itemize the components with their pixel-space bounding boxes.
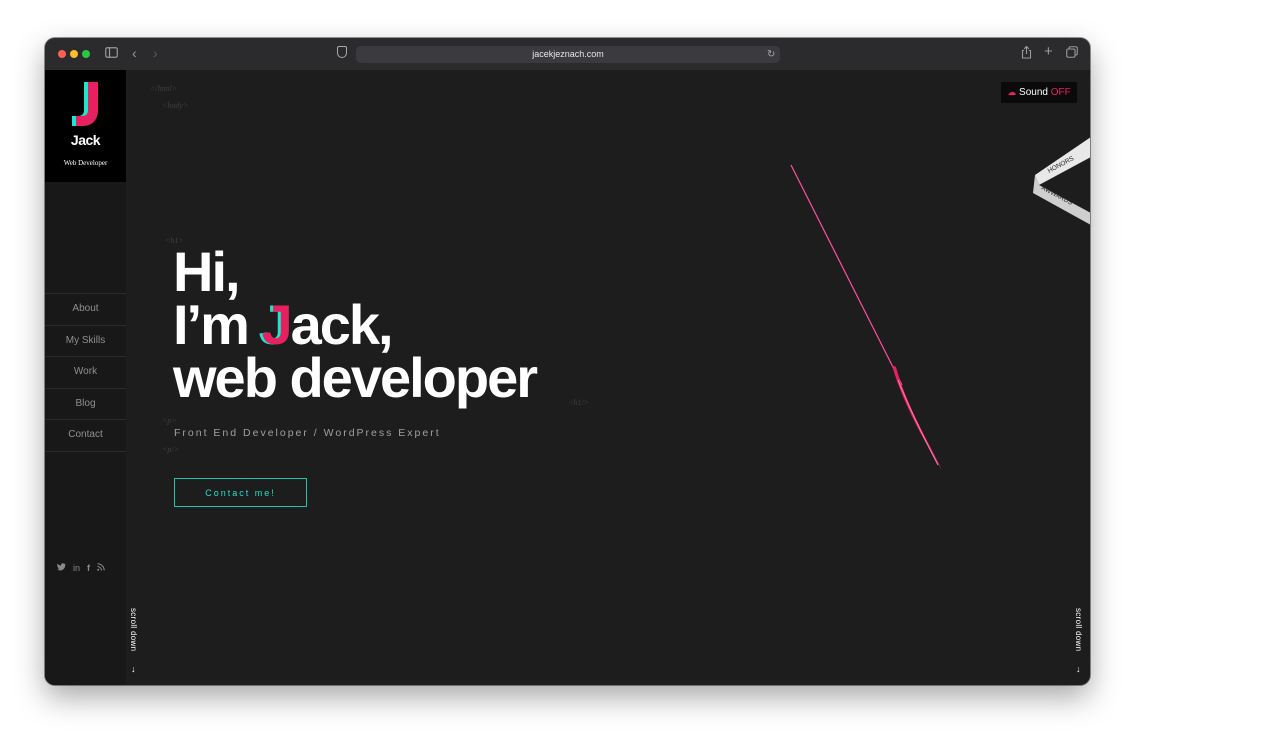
nav-item-my-skills[interactable]: My Skills <box>45 326 126 357</box>
logo-j-icon <box>72 82 98 126</box>
logo[interactable]: Jack Web Developer <box>45 70 126 182</box>
page-content: Jack Web Developer About My Skills Work … <box>45 70 1090 685</box>
sidebar: Jack Web Developer About My Skills Work … <box>45 70 126 685</box>
privacy-shield-icon[interactable] <box>337 46 347 58</box>
nav-item-blog[interactable]: Blog <box>45 389 126 420</box>
hero-line-1: Hi, <box>173 240 241 303</box>
reload-icon[interactable]: ↻ <box>767 46 775 63</box>
hero-heading: Hi, I’m Jack, web developer <box>173 240 538 409</box>
logo-name: Jack <box>70 132 101 148</box>
nav-item-work[interactable]: Work <box>45 357 126 389</box>
share-icon[interactable] <box>1021 45 1032 63</box>
code-tag-p-open: <p> <box>162 416 177 425</box>
new-tab-icon[interactable]: + <box>1044 44 1053 60</box>
scroll-down-right[interactable]: scroll down <box>1074 608 1083 651</box>
code-tag-h1-close: <h1/> <box>568 398 590 407</box>
browser-window: ‹ › jacekjeznach.com ↻ + Jack Web Develo… <box>45 38 1090 685</box>
social-links: in f <box>57 563 117 573</box>
scroll-down-left[interactable]: scroll down <box>129 608 138 651</box>
minimize-window-button[interactable] <box>70 50 78 58</box>
scroll-down-arrow-left-icon: ↓ <box>131 664 136 674</box>
awwards-honors-ribbon[interactable]: HONORS AWWARDS <box>1031 135 1090 225</box>
logo-subtitle: Web Developer <box>63 159 108 167</box>
close-window-button[interactable] <box>58 50 66 58</box>
browser-toolbar: ‹ › jacekjeznach.com ↻ + <box>45 38 1090 71</box>
sound-toggle[interactable]: ☁ Sound OFF <box>1001 82 1077 103</box>
soundcloud-icon: ☁ <box>1007 87 1017 97</box>
tab-overview-icon[interactable] <box>1066 46 1078 62</box>
code-tag-body: <body> <box>162 101 189 110</box>
linkedin-icon[interactable]: in <box>73 563 80 573</box>
zoom-window-button[interactable] <box>82 50 90 58</box>
address-bar[interactable]: jacekjeznach.com <box>356 46 780 63</box>
main-nav: About My Skills Work Blog Contact <box>45 293 126 452</box>
back-icon[interactable]: ‹ <box>132 45 137 61</box>
facebook-icon[interactable]: f <box>87 563 90 573</box>
code-tag-html: </html> <box>150 84 178 93</box>
hero-line-3: web developer <box>173 346 538 409</box>
scroll-down-arrow-right-icon: ↓ <box>1076 664 1081 674</box>
contact-me-button[interactable]: Contact me! <box>174 478 307 507</box>
hero-line-2: I’m Jack, <box>173 297 536 353</box>
forward-icon[interactable]: › <box>153 45 158 61</box>
sound-label: Sound <box>1019 87 1048 98</box>
hero-subtitle: Front End Developer / WordPress Expert <box>174 427 441 439</box>
sidebar-toggle-icon[interactable] <box>105 46 118 62</box>
code-tag-p-close: <p/> <box>162 445 180 454</box>
sound-state: OFF <box>1050 87 1071 98</box>
nav-item-contact[interactable]: Contact <box>45 420 126 452</box>
twitter-icon[interactable] <box>57 563 66 573</box>
decorative-light-stroke <box>790 164 942 470</box>
rss-icon[interactable] <box>97 563 105 573</box>
nav-item-about[interactable]: About <box>45 294 126 326</box>
